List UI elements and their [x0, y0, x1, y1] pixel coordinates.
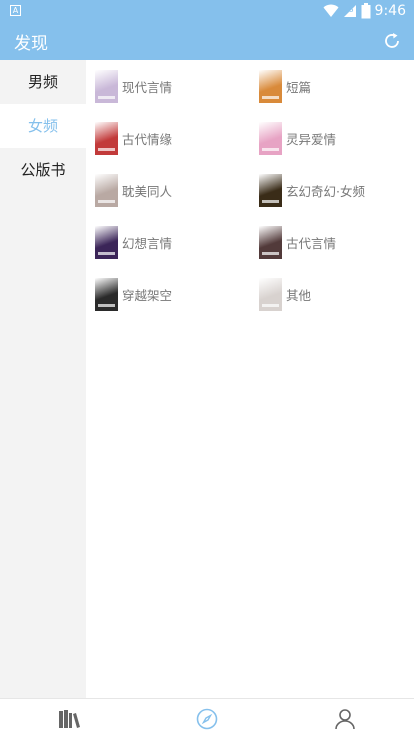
book-cover-thumbnail: [259, 69, 282, 103]
book-cover-thumbnail: [259, 225, 282, 259]
category-label: 幻想言情: [122, 235, 173, 251]
refresh-icon[interactable]: [382, 31, 402, 51]
app-notification-icon: A: [10, 5, 21, 16]
category-label: 现代言情: [122, 79, 173, 95]
book-cover-thumbnail: [259, 121, 282, 155]
book-cover-thumbnail: [95, 173, 118, 207]
category-item[interactable]: 古代情缘: [86, 112, 250, 164]
category-item[interactable]: 幻想言情: [86, 216, 250, 268]
app-header: 发现: [0, 22, 414, 60]
status-bar: A 8 9:46: [0, 0, 414, 22]
category-label: 短篇: [286, 79, 312, 95]
book-cover-thumbnail: [259, 173, 282, 207]
book-cover-thumbnail: [95, 277, 118, 311]
category-item[interactable]: 其他: [250, 268, 414, 320]
bookshelf-icon[interactable]: [57, 707, 81, 731]
category-item[interactable]: 灵异爱情: [250, 112, 414, 164]
book-cover-thumbnail: [95, 69, 118, 103]
category-grid: 现代言情 短篇古代情缘 灵异爱情耽美同人 玄幻奇幻·女频幻想言情 古代言情穿越架空 其他: [86, 60, 414, 320]
sidebar-item-public-domain[interactable]: 公版书: [0, 148, 86, 192]
category-label: 古代言情: [286, 235, 337, 251]
category-item[interactable]: 古代言情: [250, 216, 414, 268]
sidebar-item-male[interactable]: 男频: [0, 60, 86, 104]
book-cover-thumbnail: [95, 121, 118, 155]
user-icon[interactable]: [333, 707, 357, 731]
category-label: 玄幻奇幻·女频: [286, 183, 365, 199]
book-cover-thumbnail: [95, 225, 118, 259]
clock: 9:46: [374, 3, 406, 19]
book-cover-thumbnail: [259, 277, 282, 311]
category-item[interactable]: 短篇: [250, 60, 414, 112]
category-label: 古代情缘: [122, 131, 173, 147]
category-item[interactable]: 玄幻奇幻·女频: [250, 164, 414, 216]
channel-sidebar: 男频 女频 公版书: [0, 60, 86, 698]
category-item[interactable]: 现代言情: [86, 60, 250, 112]
category-label: 其他: [286, 287, 312, 303]
compass-icon[interactable]: [195, 707, 219, 731]
category-item[interactable]: 耽美同人: [86, 164, 250, 216]
battery-icon: [361, 3, 371, 19]
category-item[interactable]: 穿越架空: [86, 268, 250, 320]
bottom-nav: [0, 698, 414, 738]
page-title: 发现: [14, 34, 48, 54]
category-label: 灵异爱情: [286, 131, 337, 147]
category-label: 穿越架空: [122, 287, 173, 303]
category-panel: 现代言情 短篇古代情缘 灵异爱情耽美同人 玄幻奇幻·女频幻想言情 古代言情穿越架空 其他: [86, 60, 414, 698]
wifi-icon: [323, 4, 339, 17]
sidebar-item-female[interactable]: 女频: [0, 104, 86, 148]
category-label: 耽美同人: [122, 183, 173, 199]
battery-level: 8: [348, 5, 354, 14]
